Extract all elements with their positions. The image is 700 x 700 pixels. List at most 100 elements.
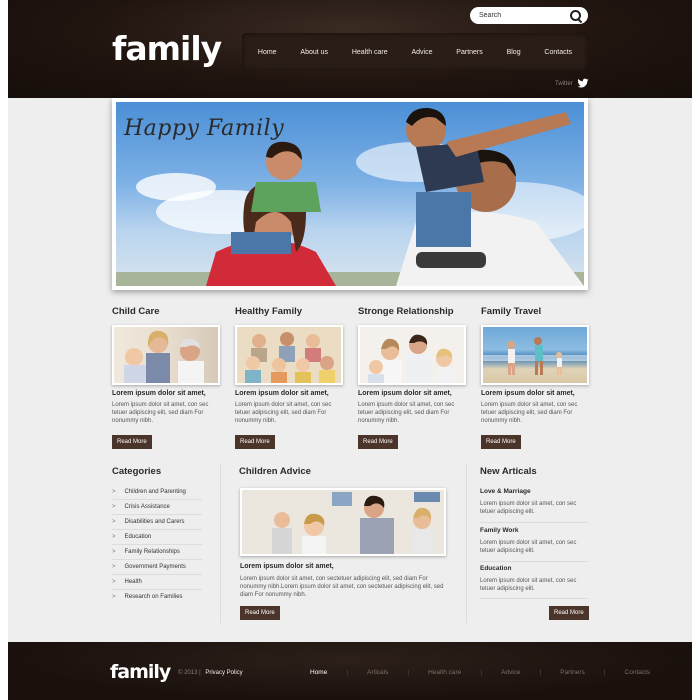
nav-home[interactable]: Home — [258, 49, 277, 56]
news-item-text: Lorem ipsum dolor sit amet, con sec tetu… — [480, 578, 577, 592]
chevron-right-icon: > — [112, 579, 116, 585]
category-label: Education — [124, 534, 152, 540]
search-icon[interactable] — [570, 9, 582, 22]
nav-advice[interactable]: Advice — [411, 49, 432, 56]
nav-about-us[interactable]: About us — [300, 49, 328, 56]
nav-blog[interactable]: Blog — [507, 49, 521, 56]
news-item-title[interactable]: Education — [480, 565, 588, 572]
chevron-right-icon: > — [112, 564, 116, 570]
footer-nav-contacts[interactable]: Contacts — [625, 669, 651, 676]
column-divider — [466, 463, 467, 623]
category-item[interactable]: > Education — [112, 530, 202, 545]
site-logo[interactable]: family — [112, 29, 222, 68]
feature-image — [360, 327, 464, 383]
footer-nav-separator: | — [346, 669, 349, 676]
category-label: Children and Parenting — [124, 489, 186, 495]
twitter-label: Twitter — [555, 80, 573, 87]
feature-healthy-family: Healthy Family Lorem ipsum dolor sit ame… — [235, 306, 343, 449]
hero-image: Happy Family — [116, 102, 584, 286]
footer-nav-health-care[interactable]: Health care — [428, 669, 461, 676]
category-item[interactable]: > Health — [112, 575, 202, 590]
read-more-button[interactable]: Read More — [112, 435, 152, 449]
footer-nav-partners[interactable]: Partners — [560, 669, 585, 676]
search-input[interactable] — [479, 9, 565, 22]
nav-contacts[interactable]: Contacts — [544, 49, 572, 56]
feature-title: Family Travel — [481, 306, 542, 317]
category-item[interactable]: > Children and Parenting — [112, 485, 202, 500]
news-divider — [480, 598, 588, 599]
advice-image — [242, 490, 444, 554]
nav-health-care[interactable]: Health care — [352, 49, 388, 56]
footer: family © 2013 | Privacy Policy Home | Ar… — [8, 642, 692, 700]
twitter-icon[interactable] — [577, 78, 589, 89]
footer-nav-home[interactable]: Home — [310, 669, 327, 676]
chevron-right-icon: > — [112, 534, 116, 540]
feature-thumbnail[interactable] — [358, 325, 466, 385]
category-label: Crisis Assistance — [124, 504, 170, 510]
feature-text: Lorem ipsum dolor sit amet, con sec tetu… — [358, 402, 455, 424]
categories-title: Categories — [112, 466, 162, 477]
chevron-right-icon: > — [112, 519, 116, 525]
advice-read-more-button[interactable]: Read More — [240, 606, 280, 620]
chevron-right-icon: > — [112, 549, 116, 555]
feature-subtitle: Lorem ipsum dolor sit amet, — [235, 390, 329, 397]
twitter-link[interactable]: Twitter — [555, 78, 589, 89]
footer-nav-separator: | — [407, 669, 410, 676]
news-item-text: Lorem ipsum dolor sit amet, con sec tetu… — [480, 540, 577, 554]
header: family Home About us Health care Advice … — [8, 0, 692, 98]
read-more-button[interactable]: Read More — [358, 435, 398, 449]
footer-nav-articals[interactable]: Articals — [367, 669, 388, 676]
category-item[interactable]: > Disabilities and Carers — [112, 515, 202, 530]
hero-title: Happy Family — [124, 116, 285, 141]
footer-nav: Home | Articals | Health care | Advice |… — [310, 669, 650, 676]
relationship-illustration — [360, 327, 464, 383]
feature-text: Lorem ipsum dolor sit amet, con sec tetu… — [235, 402, 332, 424]
footer-copyright: © 2013 | Privacy Policy — [178, 670, 243, 676]
news-item: Love & Marriage Lorem ipsum dolor sit am… — [480, 488, 588, 516]
feature-text: Lorem ipsum dolor sit amet, con sec tetu… — [481, 402, 578, 424]
feature-title: Healthy Family — [235, 306, 303, 317]
news-item-title[interactable]: Love & Marriage — [480, 488, 588, 495]
feature-text: Lorem ipsum dolor sit amet, con sec tetu… — [112, 402, 209, 424]
feature-image — [237, 327, 341, 383]
category-item[interactable]: > Family Relationships — [112, 545, 202, 560]
category-item[interactable]: > Research on Families — [112, 590, 202, 605]
feature-stronge-relationship: Stronge Relationship Lorem ipsum dolor s… — [358, 306, 466, 449]
category-label: Health — [124, 579, 142, 585]
news-divider — [480, 522, 588, 523]
footer-nav-advice[interactable]: Advice — [501, 669, 521, 676]
read-more-button[interactable]: Read More — [235, 435, 275, 449]
news-item-title[interactable]: Family Work — [480, 527, 588, 534]
feature-image — [483, 327, 587, 383]
privacy-policy-link[interactable]: Privacy Policy — [205, 670, 242, 676]
chevron-right-icon: > — [112, 489, 116, 495]
new-articals-title: New Articals — [480, 466, 537, 477]
feature-thumbnail[interactable] — [112, 325, 220, 385]
feature-subtitle: Lorem ipsum dolor sit amet, — [112, 390, 206, 397]
chevron-right-icon: > — [112, 594, 116, 600]
read-more-button[interactable]: Read More — [481, 435, 521, 449]
column-divider — [220, 463, 221, 623]
copyright-text: © 2013 — [178, 670, 198, 676]
category-item[interactable]: > Government Payments — [112, 560, 202, 575]
categories-list: > Children and Parenting > Crisis Assistan… — [112, 485, 202, 605]
footer-logo[interactable]: family — [110, 661, 171, 683]
footer-separator: | — [199, 670, 201, 676]
child-care-illustration — [124, 330, 204, 383]
nav-partners[interactable]: Partners — [456, 49, 482, 56]
healthy-family-illustration — [237, 327, 341, 383]
main-nav: Home About us Health care Advice Partner… — [242, 33, 588, 71]
news-read-more-button[interactable]: Read More — [549, 606, 589, 620]
category-label: Government Payments — [124, 564, 186, 570]
advice-thumbnail[interactable] — [240, 488, 446, 556]
advice-text: Lorem ipsum dolor sit amet, con sectetue… — [240, 576, 444, 598]
feature-thumbnail[interactable] — [235, 325, 343, 385]
children-advice-title: Children Advice — [239, 466, 311, 477]
feature-title: Stronge Relationship — [358, 306, 454, 317]
footer-nav-separator: | — [480, 669, 483, 676]
category-item[interactable]: > Crisis Assistance — [112, 500, 202, 515]
feature-thumbnail[interactable] — [481, 325, 589, 385]
footer-nav-separator: | — [539, 669, 542, 676]
category-label: Disabilities and Carers — [124, 519, 185, 525]
feature-title: Child Care — [112, 306, 160, 317]
